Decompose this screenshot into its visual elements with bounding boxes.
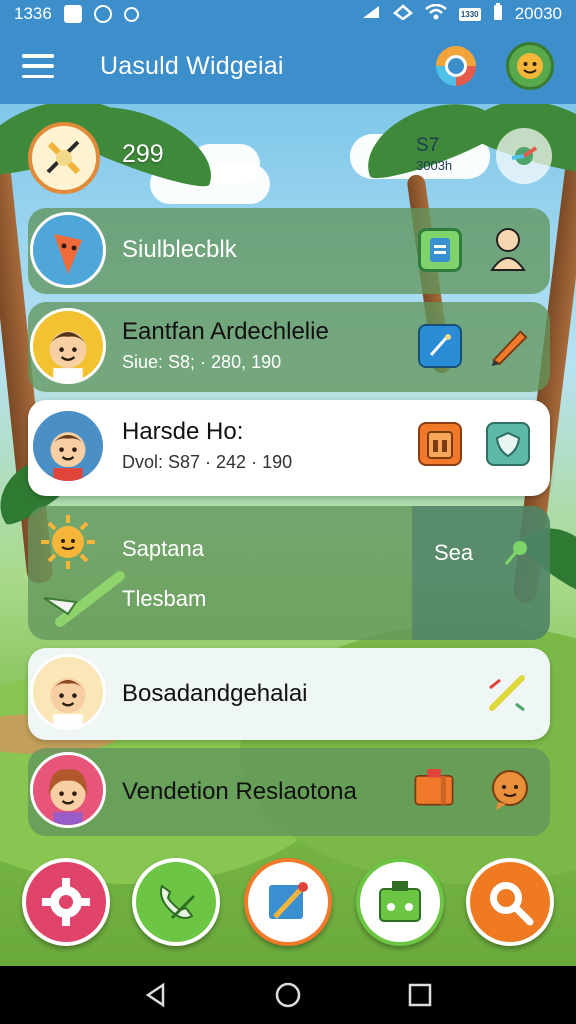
card-side-label: Sea [434, 540, 474, 565]
status-bar: 1336 1330 20030 [0, 0, 576, 28]
avatar [30, 752, 106, 828]
avatar [30, 212, 106, 288]
signal-icon [361, 4, 381, 25]
sync-icon [93, 5, 112, 23]
back-icon[interactable] [141, 980, 171, 1010]
search-icon[interactable] [466, 858, 554, 946]
avatar [30, 308, 106, 384]
status-time: 1336 [14, 4, 52, 23]
list-item[interactable]: Bosadandgehalai [28, 648, 550, 740]
card-title: Vendetion Reslaotona [122, 778, 357, 805]
card-title: Harsde Ho: [122, 418, 244, 445]
card-title: Saptana [122, 536, 204, 561]
list-item[interactable]: Vendetion Reslaotona [28, 748, 550, 836]
hamburger-icon[interactable] [22, 54, 54, 78]
summary-left-value: 299 [122, 140, 164, 168]
card-title: Bosadandgehalai [122, 680, 308, 707]
summary-right-sub: 3003h [416, 158, 453, 173]
document-icon[interactable] [418, 228, 462, 272]
list-item[interactable]: Saptana Tlesbam Sea [28, 506, 550, 640]
box-icon[interactable] [356, 858, 444, 946]
chat-icon[interactable] [488, 768, 532, 812]
brush-icon[interactable] [486, 670, 530, 714]
action-bar [0, 850, 576, 960]
app-title: Uasuld Widgeiai [100, 51, 284, 80]
pencil-icon[interactable] [244, 858, 332, 946]
edit-icon[interactable] [418, 324, 462, 368]
card-title: Eantfan Ardechlelie [122, 318, 329, 345]
user-icon[interactable] [486, 226, 530, 271]
list-item[interactable]: Eantfan Ardechlelie Siue: S8; · 280, 190 [28, 302, 550, 392]
chart-icon[interactable] [496, 128, 552, 184]
battery-icon [493, 2, 503, 26]
card-subtitle: Tlesbam [122, 586, 207, 611]
list-item-selected[interactable]: Harsde Ho: Dvol: S87 · 242 · 190 [28, 400, 550, 496]
sun-icon [38, 512, 98, 572]
shield-icon[interactable] [486, 422, 530, 466]
avatar [30, 408, 106, 484]
summary-right-main: S7 [416, 135, 440, 156]
card-subtitle: Dvol: S87 · 242 · 190 [122, 452, 293, 472]
avatar [30, 654, 106, 730]
search-icon[interactable] [436, 46, 476, 86]
cast-icon [392, 3, 413, 25]
profile-avatar[interactable] [506, 42, 554, 90]
wifi-icon [424, 3, 447, 25]
broom-icon [40, 568, 130, 628]
home-icon[interactable] [273, 980, 303, 1010]
recent-icon[interactable] [405, 980, 435, 1010]
summary-row: 299 S7 3003h [26, 120, 556, 198]
notification-icon [63, 5, 82, 23]
leaf-icon [502, 536, 532, 571]
battery-indicator: 1330 [458, 7, 481, 21]
pencil-icon[interactable] [486, 322, 530, 366]
summary-avatar[interactable] [28, 122, 100, 194]
list-item[interactable]: Siulblecblk [28, 208, 550, 294]
app-bar: Uasuld Widgeiai [0, 28, 576, 104]
summary-right-value: S7 3003h [416, 136, 452, 176]
clock-icon [123, 6, 139, 22]
card-side-panel[interactable]: Sea [412, 506, 550, 640]
gear-icon[interactable] [22, 858, 110, 946]
phone-icon[interactable] [132, 858, 220, 946]
status-clock: 20030 [514, 4, 562, 23]
system-nav-bar [0, 966, 576, 1024]
briefcase-icon[interactable] [412, 764, 456, 808]
card-title: Siulblecblk [122, 236, 237, 263]
calendar-icon[interactable] [418, 422, 462, 466]
card-subtitle: Siue: S8; · 280, 190 [122, 352, 282, 372]
